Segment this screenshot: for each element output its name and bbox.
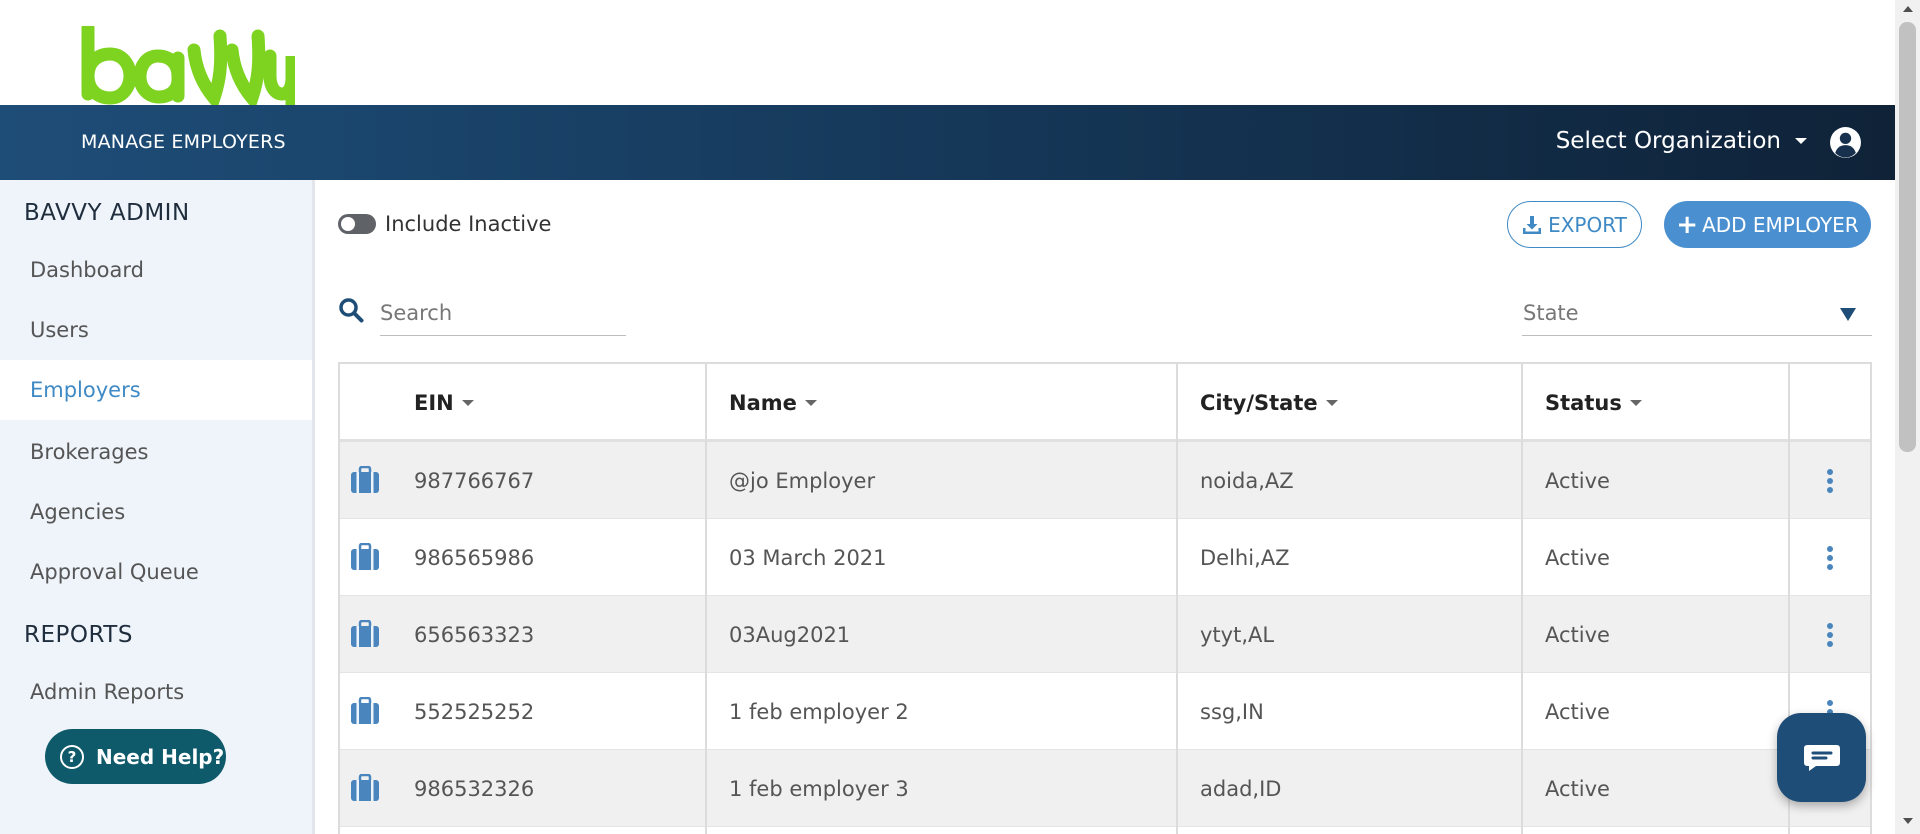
briefcase-icon [351, 466, 379, 493]
cell-ein: 986532326 [414, 776, 535, 801]
cell-city-state: adad,ID [1200, 776, 1282, 801]
search-icon [339, 298, 364, 323]
column-header-label: City/State [1200, 391, 1318, 415]
sidebar-item-label: Admin Reports [30, 680, 185, 704]
page-scrollbar[interactable] [1895, 0, 1920, 834]
more-options-icon[interactable] [1825, 622, 1835, 648]
state-filter-placeholder: State [1523, 300, 1579, 325]
need-help-label: Need Help? [96, 744, 225, 769]
column-header-ein[interactable]: EIN [414, 364, 474, 442]
more-options-icon[interactable] [1825, 545, 1835, 571]
sort-icon [461, 400, 474, 406]
sidebar-item-dashboard[interactable]: Dashboard [0, 240, 312, 300]
cell-city-state: Delhi,AZ [1200, 545, 1290, 570]
organization-select[interactable]: Select Organization [1556, 128, 1807, 154]
briefcase-icon [351, 697, 379, 724]
caret-down-icon [1795, 138, 1807, 144]
page-title: MANAGE EMPLOYERS [81, 131, 286, 153]
sidebar-item-label: Employers [30, 378, 141, 402]
cell-status: Active [1545, 776, 1610, 801]
cell-status: Active [1545, 622, 1610, 647]
need-help-button[interactable]: ? Need Help? [45, 729, 226, 784]
briefcase-icon [351, 620, 379, 647]
sidebar-heading-admin: BAVVY ADMIN [24, 200, 190, 226]
sidebar-item-label: Agencies [30, 500, 126, 524]
sidebar-item-agencies[interactable]: Agencies [0, 482, 312, 542]
sidebar-item-users[interactable]: Users [0, 300, 312, 360]
sidebar-heading-reports: REPORTS [24, 622, 133, 648]
scrollbar-thumb[interactable] [1899, 22, 1916, 452]
more-options-icon[interactable] [1825, 468, 1835, 494]
column-divider [705, 364, 707, 834]
chat-icon [1803, 744, 1840, 771]
table-row[interactable]: 656563323 03Aug2021 ytyt,AL Active [340, 596, 1870, 673]
include-inactive-toggle[interactable] [338, 214, 376, 234]
sort-icon [1629, 400, 1642, 406]
cell-ein: 986565986 [414, 545, 535, 570]
add-employer-button[interactable]: + ADD EMPLOYER [1664, 201, 1871, 248]
cell-name: 1 feb employer 2 [729, 699, 909, 724]
logo-strip [0, 0, 1895, 126]
chat-widget-button[interactable] [1777, 713, 1866, 802]
employers-table: EIN Name City/State Status 987766767 @jo … [338, 362, 1872, 834]
column-header-label: Status [1545, 391, 1622, 415]
briefcase-icon [351, 774, 379, 801]
cell-name: 03 March 2021 [729, 545, 887, 570]
cell-ein: 656563323 [414, 622, 535, 647]
cell-city-state: noida,AZ [1200, 468, 1294, 493]
cell-city-state: ytyt,AL [1200, 622, 1275, 647]
table-row[interactable]: 552525252 1 feb employer 2 ssg,IN Active [340, 673, 1870, 750]
column-header-label: EIN [414, 391, 454, 415]
column-divider [1176, 364, 1178, 834]
table-row[interactable]: 987766767 @jo Employer noida,AZ Active [340, 442, 1870, 519]
cell-name: 1 feb employer 3 [729, 776, 909, 801]
sidebar-item-label: Users [30, 318, 89, 342]
sidebar-item-approval-queue[interactable]: Approval Queue [0, 542, 312, 602]
column-header-label: Name [729, 391, 797, 415]
cell-status: Active [1545, 545, 1610, 570]
header-banner: MANAGE EMPLOYERS Select Organization [0, 105, 1895, 180]
cell-status: Active [1545, 468, 1610, 493]
sort-icon [1325, 400, 1338, 406]
sidebar-item-employers[interactable]: Employers [0, 360, 312, 420]
sidebar-item-brokerages[interactable]: Brokerages [0, 422, 312, 482]
cell-ein: 552525252 [414, 699, 535, 724]
table-row[interactable]: 986532326 1 feb employer 3 adad,ID Active [340, 750, 1870, 827]
cell-status: Active [1545, 699, 1610, 724]
download-icon [1523, 215, 1542, 234]
caret-down-icon [1840, 308, 1856, 321]
sidebar-item-label: Dashboard [30, 258, 144, 282]
column-header-status[interactable]: Status [1545, 364, 1642, 442]
column-header-city-state[interactable]: City/State [1200, 364, 1338, 442]
state-filter-select[interactable]: State [1522, 290, 1872, 336]
scroll-down-arrow-icon[interactable] [1903, 818, 1913, 824]
scroll-up-arrow-icon[interactable] [1903, 6, 1913, 12]
plus-icon: + [1676, 209, 1699, 240]
briefcase-icon [351, 543, 379, 570]
sidebar-item-label: Approval Queue [30, 560, 199, 584]
user-circle-icon[interactable] [1829, 126, 1862, 159]
add-employer-label: ADD EMPLOYER [1702, 212, 1859, 237]
cell-name: @jo Employer [729, 468, 876, 493]
include-inactive-label: Include Inactive [385, 212, 552, 236]
toggle-knob [341, 217, 355, 231]
table-header: EIN Name City/State Status [340, 364, 1870, 442]
sidebar-item-label: Brokerages [30, 440, 149, 464]
sidebar-item-admin-reports[interactable]: Admin Reports [0, 662, 312, 722]
sort-icon [804, 400, 817, 406]
search-input[interactable] [380, 290, 626, 336]
table-row[interactable]: 986565986 03 March 2021 Delhi,AZ Active [340, 519, 1870, 596]
export-button[interactable]: EXPORT [1507, 201, 1642, 248]
column-divider [1521, 364, 1523, 834]
column-header-name[interactable]: Name [729, 364, 817, 442]
cell-ein: 987766767 [414, 468, 535, 493]
export-label: EXPORT [1548, 212, 1627, 237]
cell-city-state: ssg,IN [1200, 699, 1264, 724]
question-icon: ? [60, 744, 84, 769]
organization-select-label: Select Organization [1555, 128, 1781, 154]
cell-name: 03Aug2021 [729, 622, 851, 647]
